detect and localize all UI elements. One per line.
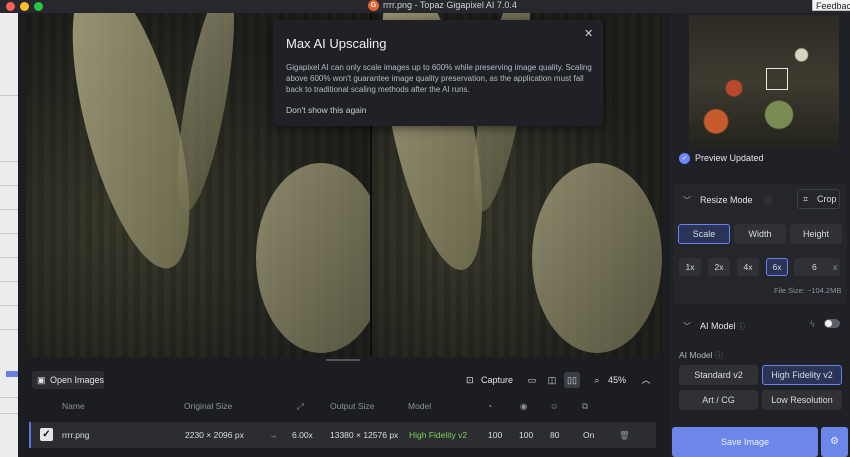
export-settings-icon[interactable]: ⚙: [821, 427, 848, 457]
minimize-window-button[interactable]: [20, 2, 29, 11]
right-sidebar: ✓ Preview Updated ﹀ Resize Mode ⓘ ⌗ Crop…: [670, 13, 850, 457]
close-window-button[interactable]: [6, 2, 15, 11]
col-name: Name: [62, 401, 85, 411]
row-scale: 6.00x: [292, 430, 313, 440]
info-icon[interactable]: ⓘ: [715, 350, 723, 361]
save-image-button[interactable]: Save Image: [672, 427, 818, 457]
window-title: rrrr.png - Topaz Gigapixel AI 7.0.4: [383, 0, 517, 10]
table-header: Name Original Size ⤢ Output Size Model ◔…: [26, 394, 662, 418]
crop-label: Crop: [817, 194, 837, 204]
scale-1x[interactable]: 1x: [679, 258, 701, 276]
capture-button[interactable]: ⊡ Capture: [462, 371, 517, 389]
model-standard-v2[interactable]: Standard v2: [679, 365, 758, 385]
custom-scale-input[interactable]: 6 x: [794, 258, 840, 276]
feedback-button[interactable]: Feedback: [812, 0, 850, 11]
mode-scale[interactable]: Scale: [678, 224, 730, 244]
preview-status: Preview Updated: [695, 153, 764, 163]
scale-6x[interactable]: 6x: [766, 258, 788, 276]
resize-mode-title: Resize Mode: [700, 195, 753, 205]
ai-model-toggle[interactable]: [824, 319, 840, 328]
info-icon[interactable]: ⓘ: [737, 321, 745, 332]
image-comparison-canvas[interactable]: Max AI Upscaling ✕ Gigapixel AI can only…: [26, 13, 662, 357]
row-face: 80: [550, 430, 560, 440]
capture-label: Capture: [481, 375, 514, 385]
row-original-size: 2230 × 2096 px: [185, 430, 244, 440]
mode-height[interactable]: Height: [790, 224, 842, 244]
face-icon: ☺: [550, 401, 559, 411]
navigator-preview[interactable]: [689, 15, 839, 148]
scale-4x[interactable]: 4x: [737, 258, 759, 276]
ai-model-label: AI Model: [679, 350, 713, 360]
bottom-toolbar: ▣ Open Images ⊡ Capture ▭ ◫ ▯▯ ⌕ 45% ︿: [26, 366, 662, 394]
row-output-size: 13380 × 12576 px: [330, 430, 399, 440]
ai-model-panel: ﹀ AI Model ⓘ ϟ AI Model ⓘ Standard v2 Hi…: [673, 310, 847, 418]
col-original-size: Original Size: [184, 401, 233, 411]
lightning-icon: ϟ: [810, 319, 815, 329]
ai-model-title: AI Model: [700, 321, 736, 331]
crop-button[interactable]: ⌗ Crop: [797, 189, 840, 209]
row-compression: On: [583, 430, 595, 440]
zoom-window-button[interactable]: [34, 2, 43, 11]
capture-icon: ⊡: [466, 375, 474, 385]
chevron-down-icon[interactable]: ﹀: [683, 321, 691, 332]
row-name: rrrr.png: [62, 430, 90, 440]
check-icon: ✓: [679, 153, 690, 164]
chevron-up-icon[interactable]: ︿: [638, 372, 654, 388]
panel-resize-handle[interactable]: [326, 359, 360, 361]
scale-2x[interactable]: 2x: [708, 258, 730, 276]
table-row[interactable]: ✓ rrrr.png 2230 × 2096 px → 6.00x 13380 …: [29, 422, 656, 448]
mode-width[interactable]: Width: [734, 224, 786, 244]
info-icon[interactable]: ⓘ: [764, 195, 772, 206]
col-output-size: Output Size: [330, 401, 375, 411]
split-view-icon[interactable]: ◫: [544, 372, 560, 388]
custom-scale-unit: x: [833, 262, 838, 272]
dialog-title: Max AI Upscaling: [286, 36, 387, 51]
model-high-fidelity-v2[interactable]: High Fidelity v2: [762, 365, 842, 385]
max-ai-upscaling-dialog: Max AI Upscaling ✕ Gigapixel AI can only…: [273, 20, 603, 126]
open-images-label: Open Images: [50, 375, 105, 385]
row-model: High Fidelity v2: [409, 430, 468, 440]
sharpen-icon: ◉: [520, 401, 528, 411]
denoise-icon: ◔: [487, 401, 493, 411]
window-titlebar: G rrrr.png - Topaz Gigapixel AI 7.0.4 Fe…: [0, 0, 850, 13]
row-denoise: 100: [488, 430, 503, 440]
chevron-down-icon[interactable]: ﹀: [683, 195, 691, 206]
viewport-indicator[interactable]: [766, 68, 788, 90]
zoom-icon: ⌕: [594, 375, 600, 385]
open-images-button[interactable]: ▣ Open Images: [32, 371, 104, 389]
arrow-right-icon: →: [269, 430, 278, 440]
model-art-cg[interactable]: Art / CG: [679, 390, 758, 410]
trash-icon[interactable]: 🗑: [619, 430, 630, 441]
row-sharpen: 100: [519, 430, 534, 440]
dialog-body: Gigapixel AI can only scale images up to…: [286, 63, 592, 94]
compression-icon: ⧉: [582, 401, 589, 411]
resize-mode-panel: ﹀ Resize Mode ⓘ ⌗ Crop Scale Width Heigh…: [673, 184, 847, 304]
file-size: File Size: ~104.2MB: [774, 286, 842, 295]
zoom-level[interactable]: 45%: [608, 371, 628, 389]
background-window-strip: [0, 13, 18, 457]
app-logo-icon: G: [368, 0, 379, 11]
expand-arrows-icon: ⤢: [297, 401, 304, 411]
col-model: Model: [408, 401, 432, 411]
custom-scale-value: 6: [812, 262, 817, 272]
side-by-side-view-icon[interactable]: ▯▯: [564, 372, 580, 388]
row-checkbox[interactable]: ✓: [40, 428, 53, 441]
crop-icon: ⌗: [803, 194, 809, 204]
image-icon: ▣: [37, 375, 46, 385]
model-low-resolution[interactable]: Low Resolution: [762, 390, 842, 410]
single-view-icon[interactable]: ▭: [524, 372, 540, 388]
dont-show-again-link[interactable]: Don't show this again: [286, 105, 367, 115]
dialog-close-icon[interactable]: ✕: [584, 27, 593, 40]
